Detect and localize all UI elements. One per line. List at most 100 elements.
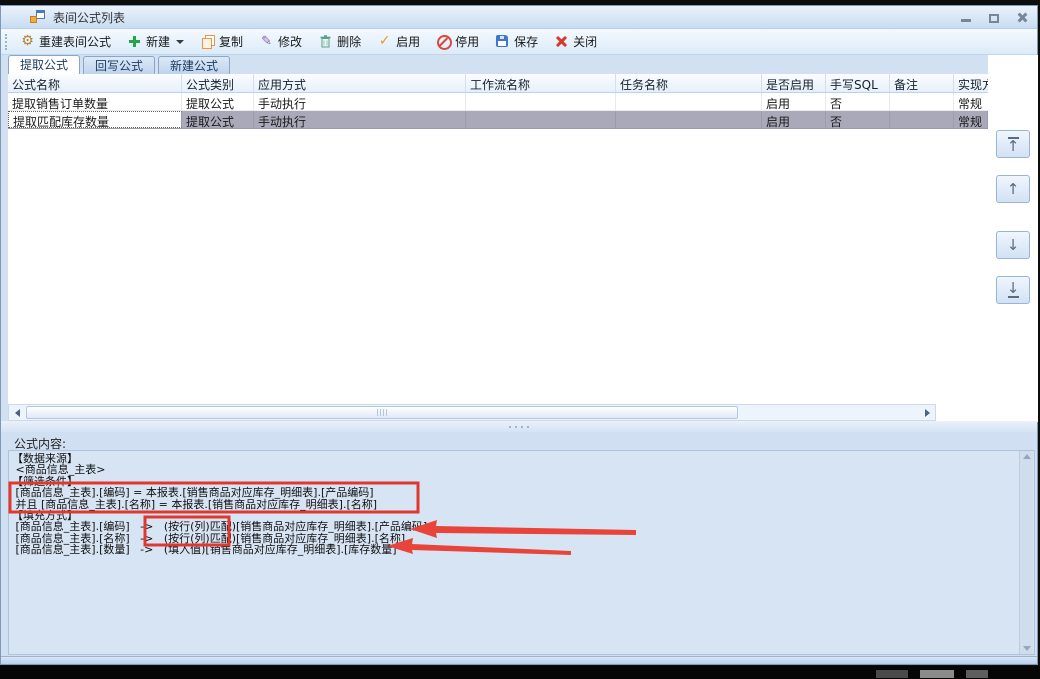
button-label: 新建 [146,33,170,50]
cell-enabled[interactable]: 启用 [762,111,826,128]
cell-impl-mode[interactable]: 常规 [954,111,988,128]
cell-apply-mode[interactable]: 手动执行 [254,93,466,110]
button-label: 启用 [396,33,420,50]
formula-vertical-scrollbar[interactable] [1019,451,1033,654]
modify-button[interactable]: ✎ 修改 [254,31,307,52]
enable-button[interactable]: ✓ 启用 [372,31,425,52]
gear-icon: ⚙ [20,34,35,49]
disable-button[interactable]: 停用 [431,31,484,52]
formula-line: <商品信息_主表> [9,464,1034,475]
left-arrow-icon [15,409,20,417]
toolbar-grip[interactable] [5,34,8,50]
toolbar: ⚙ 重建表间公式 新建 复制 ✎ 修改 [1,29,1037,55]
cell-workflow-name[interactable] [466,111,616,128]
cell-task-name[interactable] [616,111,762,128]
column-header-remark[interactable]: 备注 [890,74,954,92]
button-label: 停用 [455,33,479,50]
column-header-impl-mode[interactable]: 实现方式 [954,74,988,92]
formula-content-panel: 公式内容: 【数据来源】 <商品信息_主表> 【筛选条件】 [商品信息_主表].… [1,432,1037,656]
move-down-icon: ↓ [1007,239,1020,252]
scroll-up-icon [1023,454,1031,459]
copy-icon [200,34,215,49]
tab-new-formula[interactable]: 新建公式 [158,56,230,75]
column-header-workflow-name[interactable]: 工作流名称 [466,74,616,92]
column-header-enabled[interactable]: 是否启用 [762,74,826,92]
button-label: 删除 [337,33,361,50]
button-label: 重建表间公式 [39,33,111,50]
column-header-formula-type[interactable]: 公式类别 [182,74,254,92]
bottom-bar-icon [1008,296,1019,298]
taskbar-strip [0,666,1040,679]
cell-formula-name[interactable]: 提取销售订单数量 [8,93,182,110]
cell-formula-type[interactable]: 提取公式 [182,93,254,110]
save-icon [495,34,510,49]
table-row[interactable]: 提取销售订单数量 提取公式 手动执行 启用 否 常规 [8,93,988,111]
cell-task-name[interactable] [616,93,762,110]
column-header-handwritten-sql[interactable]: 手写SQL [826,74,890,92]
close-button[interactable]: 关闭 [549,31,602,52]
formula-line: [商品信息_主表].[数量] -> (填入值)[销售商品对应库存_明细表].[库… [9,544,1034,555]
taskbar-item [966,670,988,678]
screen: 表间公式列表 ⚙ 重建表间公式 新建 复制 ✎ 修改 [0,0,1040,679]
move-up-icon: ↑ [1007,183,1020,196]
move-bottom-icon: ↓ [1007,282,1020,295]
formula-content-area: 【数据来源】 <商品信息_主表> 【筛选条件】 [商品信息_主表].[编码] =… [8,450,1035,655]
cell-formula-type[interactable]: 提取公式 [182,111,254,128]
column-header-task-name[interactable]: 任务名称 [616,74,762,92]
formula-line: [商品信息_主表].[编码] = 本报表.[销售商品对应库存_明细表].[产品编… [9,487,1034,498]
form-icon [30,10,46,24]
move-down-button[interactable]: ↓ [996,231,1030,259]
close-icon [1016,12,1028,23]
cell-apply-mode[interactable]: 手动执行 [254,111,466,128]
move-up-button[interactable]: ↑ [996,175,1030,203]
close-window-button[interactable] [1013,10,1031,24]
pencil-icon: ✎ [259,34,274,49]
tabstrip: 提取公式 回写公式 新建公式 [8,55,233,75]
delete-button[interactable]: 删除 [313,31,366,52]
check-icon: ✓ [377,34,392,49]
window-bottom-border [1,656,1037,664]
minimize-button[interactable] [957,10,975,24]
maximize-icon [989,14,999,23]
block-icon [436,34,451,49]
trash-icon [318,34,333,49]
column-header-apply-mode[interactable]: 应用方式 [254,74,466,92]
maximize-button[interactable] [985,10,1003,24]
copy-button[interactable]: 复制 [195,31,248,52]
cell-formula-name-focused[interactable]: 提取匹配库存数量 [8,111,182,128]
table-row-selected[interactable]: 提取匹配库存数量 提取公式 手动执行 启用 否 常规 [8,111,988,129]
save-button[interactable]: 保存 [490,31,543,52]
table-horizontal-scrollbar[interactable] [8,404,936,421]
cell-remark[interactable] [890,111,954,128]
cell-remark[interactable] [890,93,954,110]
move-top-button[interactable]: ↑ [996,130,1030,158]
button-label: 复制 [219,33,243,50]
tab-extract-formula[interactable]: 提取公式 [8,55,80,75]
cell-enabled[interactable]: 启用 [762,93,826,110]
button-label: 修改 [278,33,302,50]
plus-icon [127,34,142,49]
right-arrow-icon [925,409,930,417]
scroll-right-button[interactable] [919,405,935,420]
new-button[interactable]: 新建 [122,31,189,52]
minimize-icon [961,19,971,22]
tab-writeback-formula[interactable]: 回写公式 [83,56,155,75]
move-bottom-button[interactable]: ↓ [996,276,1030,304]
formula-line: 并且 [商品信息_主表].[名称] = 本报表.[销售商品对应库存_明细表].[… [9,499,1034,510]
taskbar-item [876,670,908,678]
button-label: 保存 [514,33,538,50]
rebuild-formula-button[interactable]: ⚙ 重建表间公式 [15,31,116,52]
cell-impl-mode[interactable]: 常规 [954,93,988,110]
cell-handwritten-sql[interactable]: 否 [826,111,890,128]
new-dropdown-caret-icon[interactable] [176,40,184,44]
cell-handwritten-sql[interactable]: 否 [826,93,890,110]
column-header-formula-name[interactable]: 公式名称 [8,74,182,92]
scrollbar-thumb[interactable] [26,406,738,419]
titlebar: 表间公式列表 [1,6,1037,29]
scrollbar-corner [936,404,988,421]
cell-workflow-name[interactable] [466,93,616,110]
button-label: 关闭 [573,33,597,50]
up-arrow-icon: ↑ [1007,140,1020,153]
scroll-left-button[interactable] [9,405,25,420]
panel-splitter[interactable] [1,421,1037,432]
